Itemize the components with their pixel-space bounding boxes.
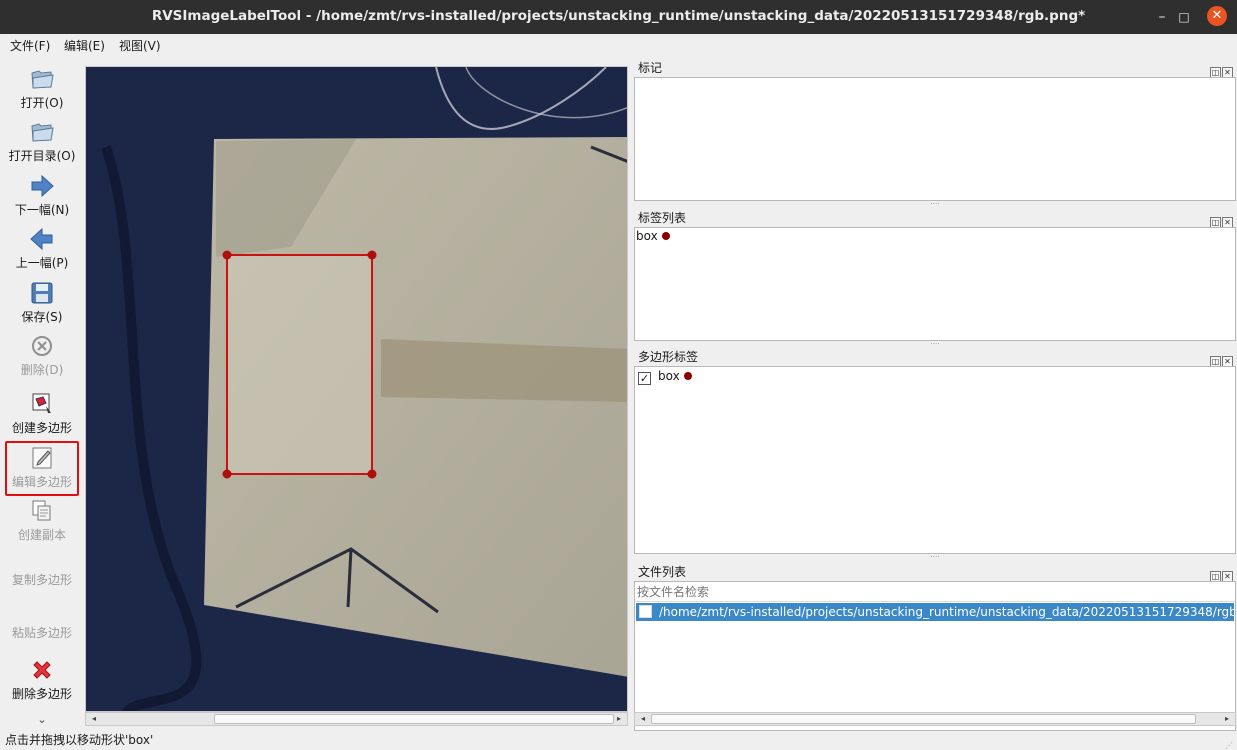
polygon-labels-dock: 多边形标签 ◫ ✕ ✓ box	[634, 348, 1236, 554]
file-list-title: 文件列表	[638, 565, 687, 579]
file-list-dock: 文件列表 ◫✕ /home/zmt/rvs-installed/projects…	[634, 563, 1236, 731]
file-list-hscrollbar[interactable]: ◂ ▸	[634, 712, 1236, 726]
dock-splitter[interactable]: ····	[634, 554, 1236, 561]
file-checkbox[interactable]	[639, 605, 652, 618]
markers-dock: 标记 ◫ ✕	[634, 59, 1236, 201]
file-path: /home/zmt/rvs-installed/projects/unstack…	[659, 605, 1234, 619]
polygon-label-item[interactable]: ✓ box	[638, 369, 692, 385]
label-list-item[interactable]: box	[636, 229, 670, 243]
canvas-scroll-thumb[interactable]	[214, 714, 614, 724]
scroll-left-arrow-icon[interactable]: ◂	[637, 713, 649, 725]
label-list-title: 标签列表	[638, 211, 687, 225]
scroll-right-arrow-icon[interactable]: ▸	[1221, 713, 1233, 725]
polygon-labels-panel: ✓ box	[634, 366, 1236, 554]
file-list-scroll-thumb[interactable]	[651, 714, 1196, 724]
label-list-dock: 标签列表 ◫ ✕ box	[634, 209, 1236, 341]
label-list-panel: box	[634, 227, 1236, 341]
image-canvas[interactable]	[85, 66, 628, 712]
canvas-hscrollbar[interactable]: ◂ ▸	[85, 712, 628, 726]
file-search-input[interactable]	[635, 582, 1235, 602]
resize-grip-icon[interactable]: ⋰	[1225, 737, 1233, 750]
markers-panel[interactable]	[634, 77, 1236, 201]
label-color-dot	[661, 232, 670, 240]
scroll-right-arrow-icon[interactable]: ▸	[613, 713, 625, 725]
polygon-label-text: box	[658, 369, 680, 383]
scroll-left-arrow-icon[interactable]: ◂	[88, 713, 100, 725]
label-text: box	[636, 229, 658, 243]
file-list-panel: /home/zmt/rvs-installed/projects/unstack…	[634, 581, 1236, 731]
status-message: 点击并拖拽以移动形状'box'	[5, 733, 154, 747]
file-list-item[interactable]: /home/zmt/rvs-installed/projects/unstack…	[636, 603, 1234, 621]
polygon-color-dot	[683, 372, 692, 380]
dock-splitter[interactable]: ····	[634, 201, 1236, 208]
status-bar: 点击并拖拽以移动形状'box' ⋰	[0, 731, 1237, 750]
canvas-image	[86, 67, 627, 711]
markers-dock-title: 标记	[638, 61, 663, 75]
polygon-labels-title: 多边形标签	[638, 350, 699, 364]
polygon-visible-checkbox[interactable]: ✓	[638, 372, 651, 385]
